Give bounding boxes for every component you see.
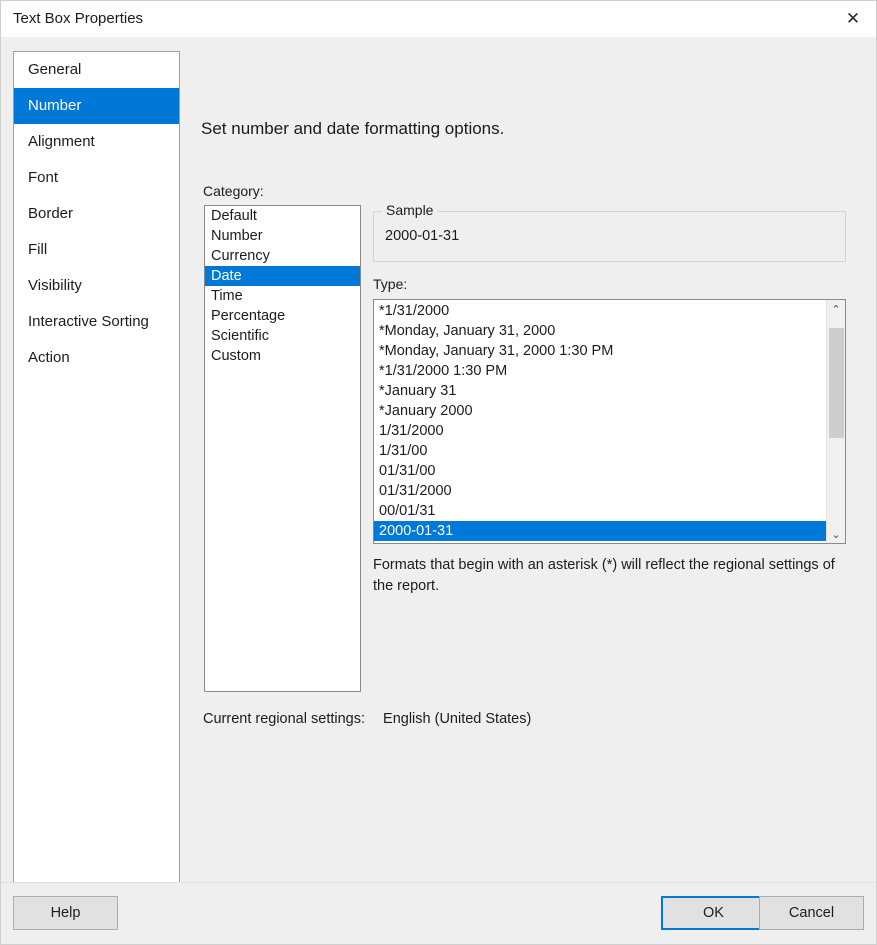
type-item-3[interactable]: *1/31/2000 1:30 PM — [374, 361, 826, 381]
scrollbar-track[interactable] — [827, 318, 845, 525]
category-item-time[interactable]: Time — [205, 286, 360, 306]
ok-button[interactable]: OK — [661, 896, 766, 930]
close-icon: ✕ — [845, 8, 861, 29]
category-item-scientific[interactable]: Scientific — [205, 326, 360, 346]
category-listbox[interactable]: Default Number Currency Date Time Percen… — [204, 205, 361, 692]
close-button[interactable]: ✕ — [830, 1, 876, 37]
cancel-button[interactable]: Cancel — [759, 896, 864, 930]
regional-settings-label: Current regional settings: — [203, 711, 365, 727]
type-label: Type: — [373, 276, 408, 292]
sidebar-item-visibility[interactable]: Visibility — [14, 268, 179, 304]
sidebar-item-alignment[interactable]: Alignment — [14, 124, 179, 160]
sidebar-item-action[interactable]: Action — [14, 340, 179, 376]
type-item-7[interactable]: 1/31/00 — [374, 441, 826, 461]
sidebar-item-general[interactable]: General — [14, 52, 179, 88]
sidebar-item-font[interactable]: Font — [14, 160, 179, 196]
type-item-4[interactable]: *January 31 — [374, 381, 826, 401]
text-box-properties-dialog: Text Box Properties ✕ General Number Ali… — [0, 0, 877, 945]
type-item-1[interactable]: *Monday, January 31, 2000 — [374, 321, 826, 341]
sample-group-label: Sample — [382, 202, 438, 218]
scroll-down-icon[interactable]: ⌄ — [827, 525, 845, 543]
window-title: Text Box Properties — [13, 10, 144, 27]
type-item-9[interactable]: 01/31/2000 — [374, 481, 826, 501]
help-button[interactable]: Help — [13, 896, 118, 930]
format-note: Formats that begin with an asterisk (*) … — [373, 557, 835, 594]
dialog-body: General Number Alignment Font Border Fil… — [1, 37, 876, 884]
type-item-8[interactable]: 01/31/00 — [374, 461, 826, 481]
scroll-up-icon[interactable]: ⌃ — [827, 300, 845, 318]
type-item-10[interactable]: 00/01/31 — [374, 501, 826, 521]
sidebar-item-interactive-sorting[interactable]: Interactive Sorting — [14, 304, 179, 340]
category-item-custom[interactable]: Custom — [205, 346, 360, 366]
category-item-date[interactable]: Date — [205, 266, 360, 286]
sidebar-item-border[interactable]: Border — [14, 196, 179, 232]
category-item-percentage[interactable]: Percentage — [205, 306, 360, 326]
properties-page-list[interactable]: General Number Alignment Font Border Fil… — [13, 51, 180, 884]
category-item-number[interactable]: Number — [205, 226, 360, 246]
number-settings-pane: Set number and date formatting options. … — [180, 37, 876, 882]
category-label: Category: — [203, 183, 264, 199]
scrollbar-thumb[interactable] — [829, 328, 844, 438]
type-list-items[interactable]: *1/31/2000 *Monday, January 31, 2000 *Mo… — [374, 300, 826, 543]
category-item-default[interactable]: Default — [205, 206, 360, 226]
type-item-11[interactable]: 2000-01-31 — [374, 521, 826, 541]
type-item-6[interactable]: 1/31/2000 — [374, 421, 826, 441]
type-item-0[interactable]: *1/31/2000 — [374, 301, 826, 321]
type-item-2[interactable]: *Monday, January 31, 2000 1:30 PM — [374, 341, 826, 361]
title-bar: Text Box Properties ✕ — [1, 1, 876, 37]
regional-settings-value: English (United States) — [383, 711, 532, 727]
dialog-footer: Help OK Cancel — [1, 882, 876, 944]
type-item-5[interactable]: *January 2000 — [374, 401, 826, 421]
sidebar-item-fill[interactable]: Fill — [14, 232, 179, 268]
regional-settings-row: Current regional settings: English (Unit… — [203, 711, 531, 727]
type-list-scrollbar[interactable]: ⌃ ⌄ — [826, 300, 845, 543]
type-listbox[interactable]: *1/31/2000 *Monday, January 31, 2000 *Mo… — [373, 299, 846, 544]
sample-value: 2000-01-31 — [385, 228, 460, 244]
page-title: Set number and date formatting options. — [201, 119, 505, 138]
sidebar-item-number[interactable]: Number — [14, 88, 179, 124]
category-item-currency[interactable]: Currency — [205, 246, 360, 266]
